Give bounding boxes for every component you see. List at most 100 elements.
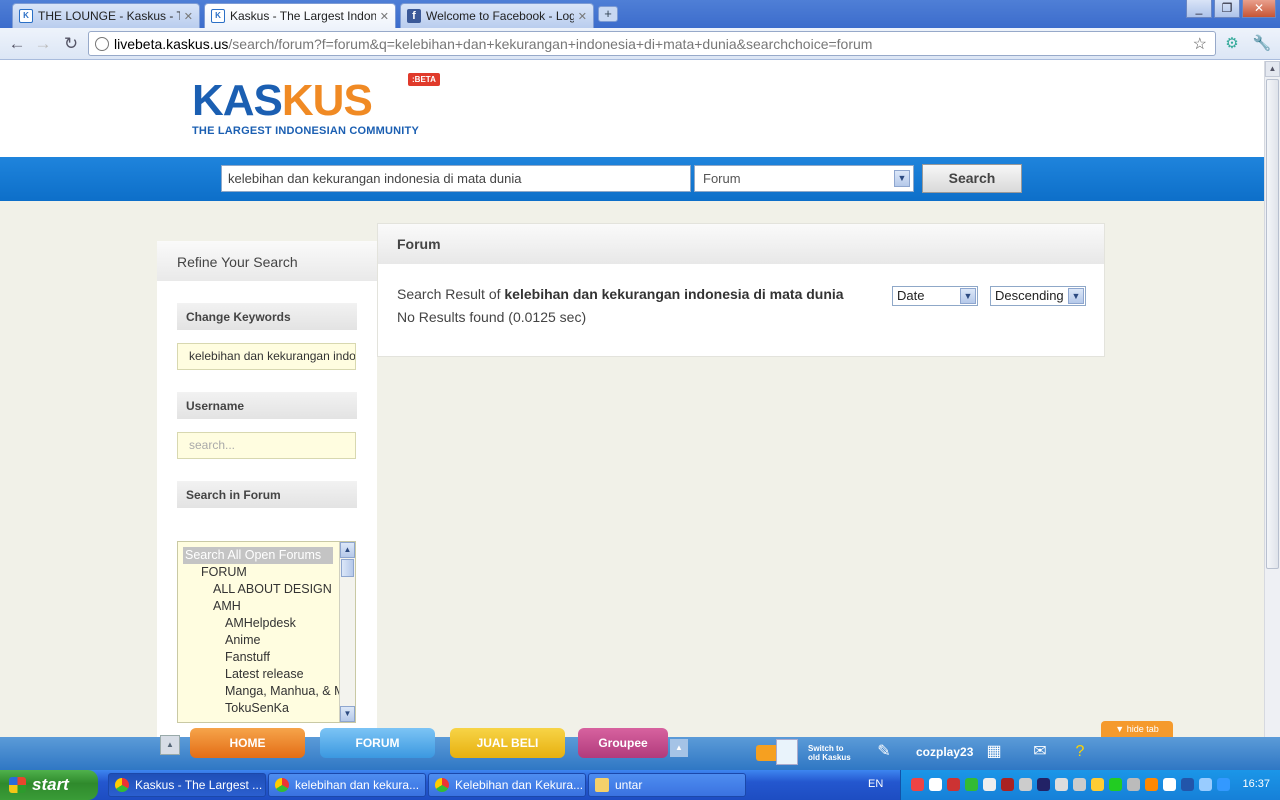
tray-icon[interactable] (1037, 778, 1050, 791)
browser-tab-kaskus[interactable]: K Kaskus - The Largest Indonesi ✕ (204, 3, 396, 28)
tray-icon[interactable] (1019, 778, 1032, 791)
search-in-forum-label: Search in Forum (177, 481, 357, 508)
search-input[interactable]: kelebihan dan kekurangan indonesia di ma… (221, 165, 691, 192)
tray-icon[interactable] (1217, 778, 1230, 791)
close-icon[interactable]: ✕ (380, 10, 389, 23)
windows-flag-icon (9, 777, 26, 793)
clock: 16:37 (1242, 778, 1270, 790)
help-icon[interactable]: ? (1068, 740, 1092, 764)
tray-icon[interactable] (983, 778, 996, 791)
logo-kas: KAS (192, 76, 283, 125)
taskbar-item[interactable]: untar (588, 773, 746, 797)
reload-icon[interactable]: ↻ (60, 33, 82, 55)
listbox-scrollbar[interactable]: ▲ ▼ (339, 542, 355, 722)
dock-tab-jual-beli[interactable]: JUAL BELI (450, 728, 565, 758)
taskbar-item[interactable]: Kelebihan dan Kekura... (428, 773, 586, 797)
tray-icon[interactable] (1091, 778, 1104, 791)
tray-icon[interactable] (1145, 778, 1158, 791)
language-indicator[interactable]: EN (868, 778, 883, 790)
list-item[interactable]: TokuSenKa (178, 700, 355, 717)
close-icon[interactable]: ✕ (184, 10, 193, 23)
result-prefix: Search Result of (397, 286, 505, 302)
tray-icon[interactable] (1163, 778, 1176, 791)
tray-icon[interactable] (1109, 778, 1122, 791)
tray-icon[interactable] (965, 778, 978, 791)
taskbar-label: Kelebihan dan Kekura... (455, 778, 584, 792)
browser-tab-lounge[interactable]: K THE LOUNGE - Kaskus - The La ✕ (12, 3, 200, 28)
scroll-thumb[interactable] (341, 559, 354, 577)
kaskus-logo[interactable]: KASKUS THE LARGEST INDONESIAN COMMUNITY … (192, 73, 440, 137)
dock-tab-home[interactable]: HOME (190, 728, 305, 758)
username-field[interactable]: search... (177, 432, 356, 459)
logo-kus: KUS (281, 76, 373, 125)
tray-icon[interactable] (1055, 778, 1068, 791)
wrench-icon[interactable]: 🔧 (1252, 34, 1272, 54)
tray-icon[interactable] (1181, 778, 1194, 791)
list-item[interactable]: Fanstuff (178, 649, 355, 666)
dock-tab-forum[interactable]: FORUM (320, 728, 435, 758)
back-icon[interactable]: ← (6, 33, 28, 55)
new-tab-button[interactable]: + (598, 6, 618, 22)
taskbar-item[interactable]: kelebihan dan kekura... (268, 773, 426, 797)
dock-tab-groupee[interactable]: Groupee (578, 728, 668, 758)
browser-tab-facebook[interactable]: f Welcome to Facebook - Log In ✕ (400, 3, 594, 28)
tray-icon[interactable] (1127, 778, 1140, 791)
sort-order-value: Descending (995, 288, 1064, 303)
scroll-up-icon[interactable]: ▲ (1265, 61, 1280, 77)
tab-title: Welcome to Facebook - Log In (426, 9, 574, 23)
scroll-down-icon[interactable]: ▼ (340, 706, 355, 722)
taskbar-item[interactable]: Kaskus - The Largest ... (108, 773, 266, 797)
media-icon[interactable]: ▦ (982, 740, 1006, 764)
change-keywords-label: Change Keywords (177, 303, 357, 330)
dock-username[interactable]: cozplay23 (916, 745, 973, 759)
tab-title: Kaskus - The Largest Indonesi (230, 9, 376, 23)
refine-title: Refine Your Search (157, 241, 377, 281)
list-item[interactable]: AMHelpdesk (178, 615, 355, 632)
start-button[interactable]: start (0, 770, 98, 800)
search-button[interactable]: Search (922, 164, 1022, 193)
tray-icon[interactable] (929, 778, 942, 791)
chevron-down-icon: ▼ (960, 288, 976, 304)
list-item[interactable]: Manga, Manhua, & Manhwa (178, 683, 355, 700)
close-icon[interactable]: ✕ (578, 10, 587, 23)
scroll-thumb[interactable] (1266, 79, 1279, 569)
tray-icon[interactable] (1001, 778, 1014, 791)
dock-expand-icon[interactable]: ▲ (670, 739, 688, 757)
address-bar[interactable]: livebeta.kaskus.us/search/forum?f=forum&… (88, 31, 1216, 56)
sort-order-select[interactable]: Descending ▼ (990, 286, 1086, 306)
tray-icon[interactable] (1073, 778, 1086, 791)
sort-field-select[interactable]: Date ▼ (892, 286, 978, 306)
list-item[interactable]: FORUM (178, 564, 355, 581)
page-scrollbar[interactable]: ▲ (1264, 61, 1280, 737)
switch-old-kaskus-button[interactable]: Switch to old Kaskus (756, 739, 856, 767)
maximize-button[interactable]: ❐ (1214, 0, 1240, 18)
tray-icon[interactable] (911, 778, 924, 791)
search-scope-value: Forum (703, 171, 741, 186)
message-icon[interactable]: ✉ (1028, 740, 1052, 764)
list-item[interactable]: Latest release (178, 666, 355, 683)
hide-tab-button[interactable]: ▼ hide tab (1101, 721, 1173, 737)
minimize-button[interactable]: _ (1186, 0, 1212, 18)
search-bar: kelebihan dan kekurangan indonesia di ma… (0, 157, 1264, 201)
dock-up-icon[interactable]: ▲ (160, 735, 180, 755)
close-window-button[interactable]: ✕ (1242, 0, 1276, 18)
extension-icon[interactable]: ⚙ (1222, 34, 1242, 54)
bookmark-star-icon[interactable]: ☆ (1193, 34, 1207, 54)
keywords-field[interactable]: kelebihan dan kekurangan indonesia di ma… (177, 343, 356, 370)
list-item[interactable]: Anime (178, 632, 355, 649)
notepad-icon[interactable]: ✎ (872, 740, 896, 764)
facebook-icon: f (407, 9, 421, 23)
list-item[interactable]: AMH (178, 598, 355, 615)
username-label: Username (177, 392, 357, 419)
tray-icon[interactable] (947, 778, 960, 791)
forward-icon[interactable]: → (32, 33, 54, 55)
tray-icon[interactable] (1199, 778, 1212, 791)
browser-tab-bar: K THE LOUNGE - Kaskus - The La ✕ K Kasku… (0, 0, 1280, 28)
scroll-up-icon[interactable]: ▲ (340, 542, 355, 558)
list-item[interactable]: ALL ABOUT DESIGN (178, 581, 355, 598)
chevron-down-icon: ▼ (894, 170, 910, 187)
forum-listbox[interactable]: Search All Open Forums FORUM ALL ABOUT D… (177, 541, 356, 723)
globe-icon (95, 36, 109, 51)
list-item[interactable]: Search All Open Forums (183, 547, 333, 564)
search-scope-select[interactable]: Forum ▼ (694, 165, 914, 192)
